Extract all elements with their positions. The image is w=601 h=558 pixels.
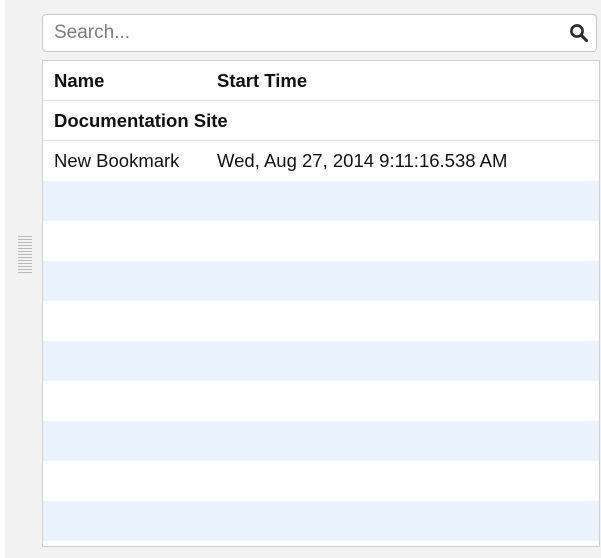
search-box	[42, 14, 597, 52]
empty-row	[43, 221, 599, 261]
empty-row	[43, 501, 599, 541]
empty-row	[43, 181, 599, 221]
empty-row	[43, 301, 599, 341]
empty-row	[43, 341, 599, 381]
empty-row	[43, 461, 599, 501]
search-button[interactable]	[562, 15, 596, 51]
empty-row	[43, 381, 599, 421]
empty-row	[43, 421, 599, 461]
search-icon	[570, 24, 588, 42]
bookmarks-grid: Name Start Time Documentation Site New B…	[42, 60, 600, 547]
cell-start-time: Wed, Aug 27, 2014 9:11:16.538 AM	[217, 150, 508, 171]
group-label: Documentation Site	[54, 109, 228, 131]
column-header-start-time[interactable]: Start Time	[217, 70, 599, 92]
grid-header-row: Name Start Time	[43, 61, 599, 101]
table-row[interactable]: New Bookmark Wed, Aug 27, 2014 9:11:16.5…	[43, 141, 599, 181]
cell-name: New Bookmark	[54, 150, 180, 171]
column-header-name[interactable]: Name	[43, 70, 217, 92]
panel-left-edge	[0, 0, 5, 558]
splitter-grip-handle[interactable]	[18, 236, 32, 274]
search-input[interactable]	[43, 15, 555, 51]
empty-row	[43, 261, 599, 301]
group-row-documentation-site[interactable]: Documentation Site	[43, 101, 599, 141]
bookmarks-panel: Name Start Time Documentation Site New B…	[0, 0, 601, 558]
